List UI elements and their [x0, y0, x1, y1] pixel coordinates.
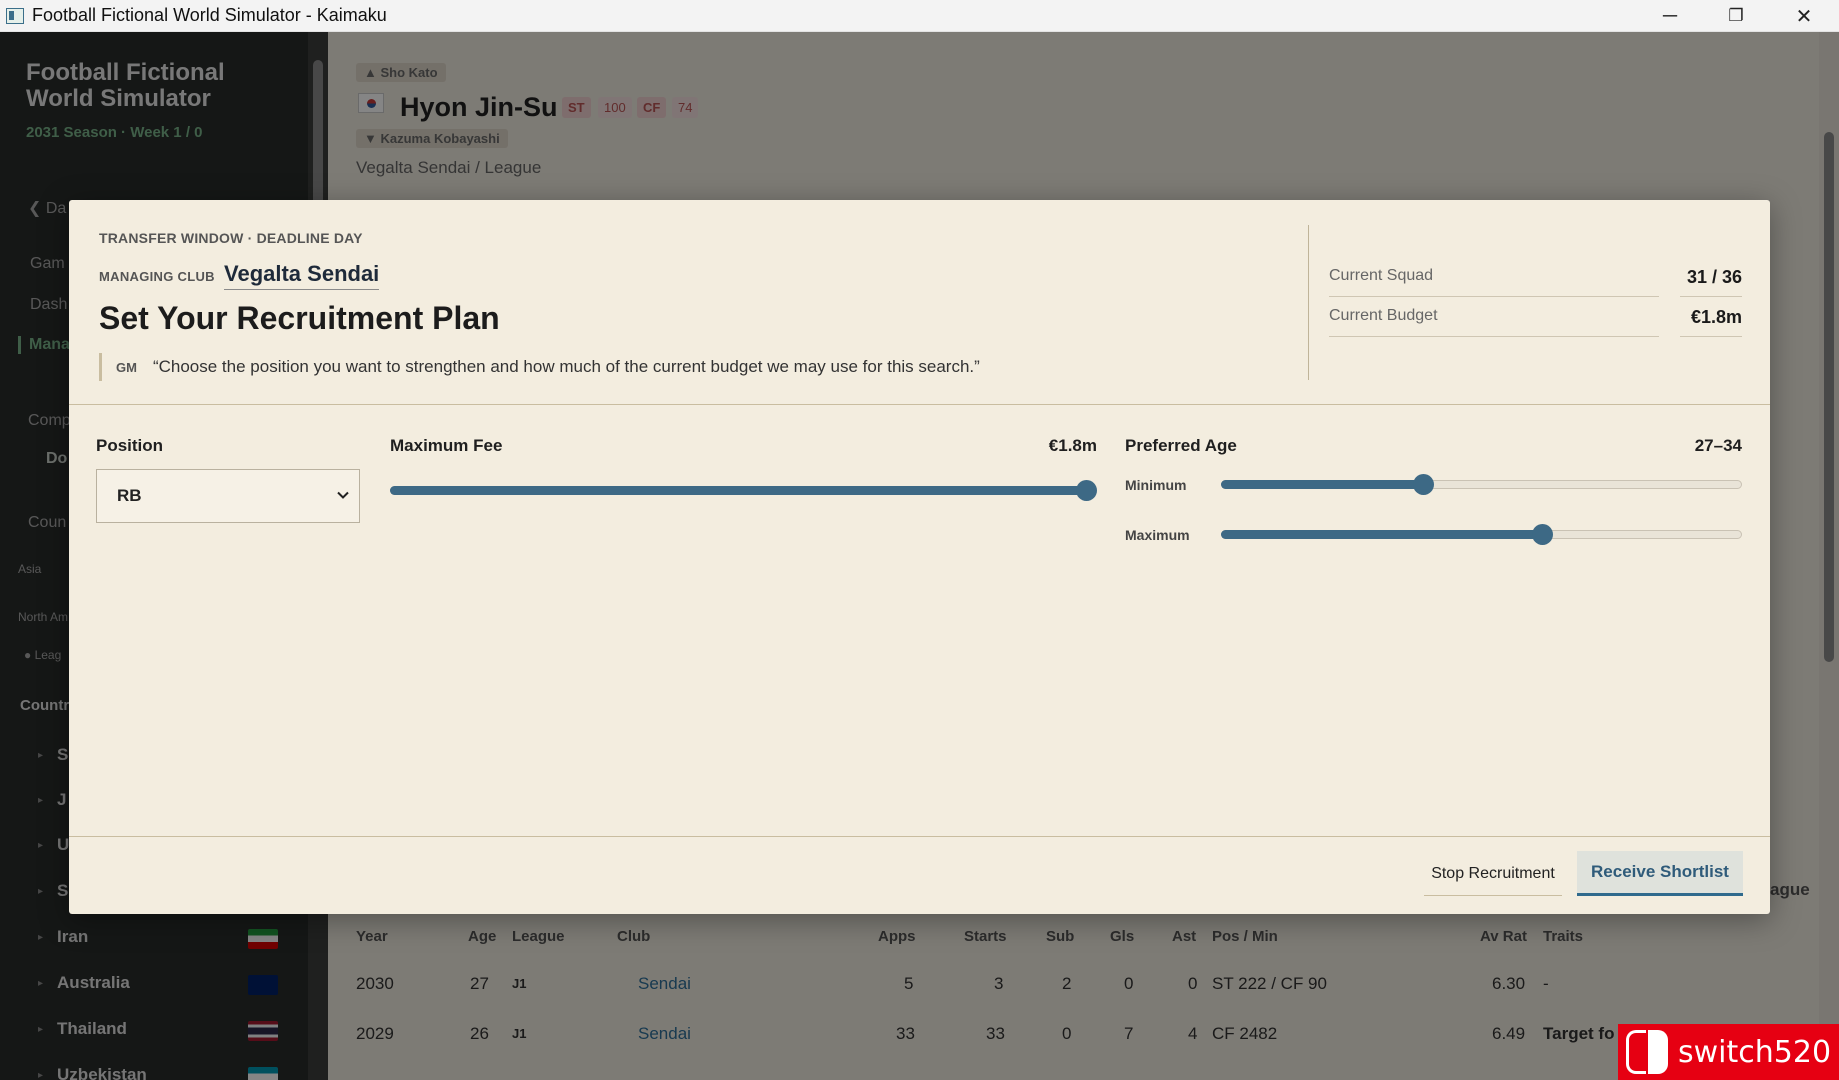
max-fee-value: €1.8m — [1048, 436, 1097, 455]
section-divider — [69, 404, 1770, 405]
stat-current-budget: Current Budget €1.8m — [1329, 297, 1742, 337]
age-minimum-slider[interactable] — [1221, 474, 1742, 495]
stat-label: Current Budget — [1329, 297, 1659, 337]
position-select[interactable]: RB — [96, 469, 360, 523]
header-divider — [1308, 225, 1309, 380]
stat-current-squad: Current Squad 31 / 36 — [1329, 257, 1742, 297]
dialog-eyebrow: TRANSFER WINDOW · DEADLINE DAY — [99, 230, 363, 246]
managing-club-label: MANAGING CLUB — [99, 269, 215, 284]
gm-label: GM — [116, 359, 137, 375]
preferred-age-value: 27–34 — [1694, 436, 1742, 455]
footer-divider — [69, 836, 1770, 837]
max-fee-slider[interactable] — [390, 480, 1097, 501]
watermark-text: switch520 — [1678, 1034, 1832, 1070]
position-selected-value: RB — [117, 486, 142, 505]
stat-value: €1.8m — [1680, 297, 1742, 337]
minimize-button[interactable]: ─ — [1640, 0, 1700, 32]
app-icon — [6, 7, 24, 24]
restore-button[interactable]: ❐ — [1706, 0, 1766, 32]
close-button[interactable]: ✕ — [1774, 0, 1834, 32]
gm-quote: GM “Choose the position you want to stre… — [99, 353, 980, 381]
dialog-title: Set Your Recruitment Plan — [99, 300, 500, 336]
switch-logo-icon — [1618, 1024, 1678, 1080]
position-label: Position — [96, 436, 164, 455]
chevron-down-icon — [337, 491, 349, 499]
watermark-logo: switch520 — [1618, 1024, 1839, 1080]
max-fee-label: Maximum Fee — [390, 436, 503, 455]
age-maximum-slider[interactable] — [1221, 524, 1742, 545]
stat-value: 31 / 36 — [1680, 257, 1742, 297]
recruitment-plan-dialog: TRANSFER WINDOW · DEADLINE DAY MANAGING … — [69, 200, 1770, 914]
slider-handle[interactable] — [1532, 524, 1554, 545]
receive-shortlist-button[interactable]: Receive Shortlist — [1577, 851, 1743, 896]
slider-handle[interactable] — [1412, 474, 1434, 495]
window-titlebar: Football Fictional World Simulator - Kai… — [0, 0, 1839, 32]
managing-club-name: Vegalta Sendai — [224, 261, 380, 290]
gm-quote-text: “Choose the position you want to strengt… — [152, 357, 980, 376]
age-minimum-label: Minimum — [1125, 477, 1187, 493]
window-title: Football Fictional World Simulator - Kai… — [32, 5, 387, 25]
preferred-age-label: Preferred Age — [1125, 436, 1237, 455]
slider-fill — [1221, 480, 1423, 489]
stop-recruitment-button[interactable]: Stop Recruitment — [1424, 852, 1562, 896]
slider-handle[interactable] — [1076, 480, 1097, 501]
age-maximum-label: Maximum — [1125, 527, 1190, 543]
slider-fill — [390, 486, 1086, 495]
slider-fill — [1221, 530, 1543, 539]
stat-label: Current Squad — [1329, 257, 1659, 297]
